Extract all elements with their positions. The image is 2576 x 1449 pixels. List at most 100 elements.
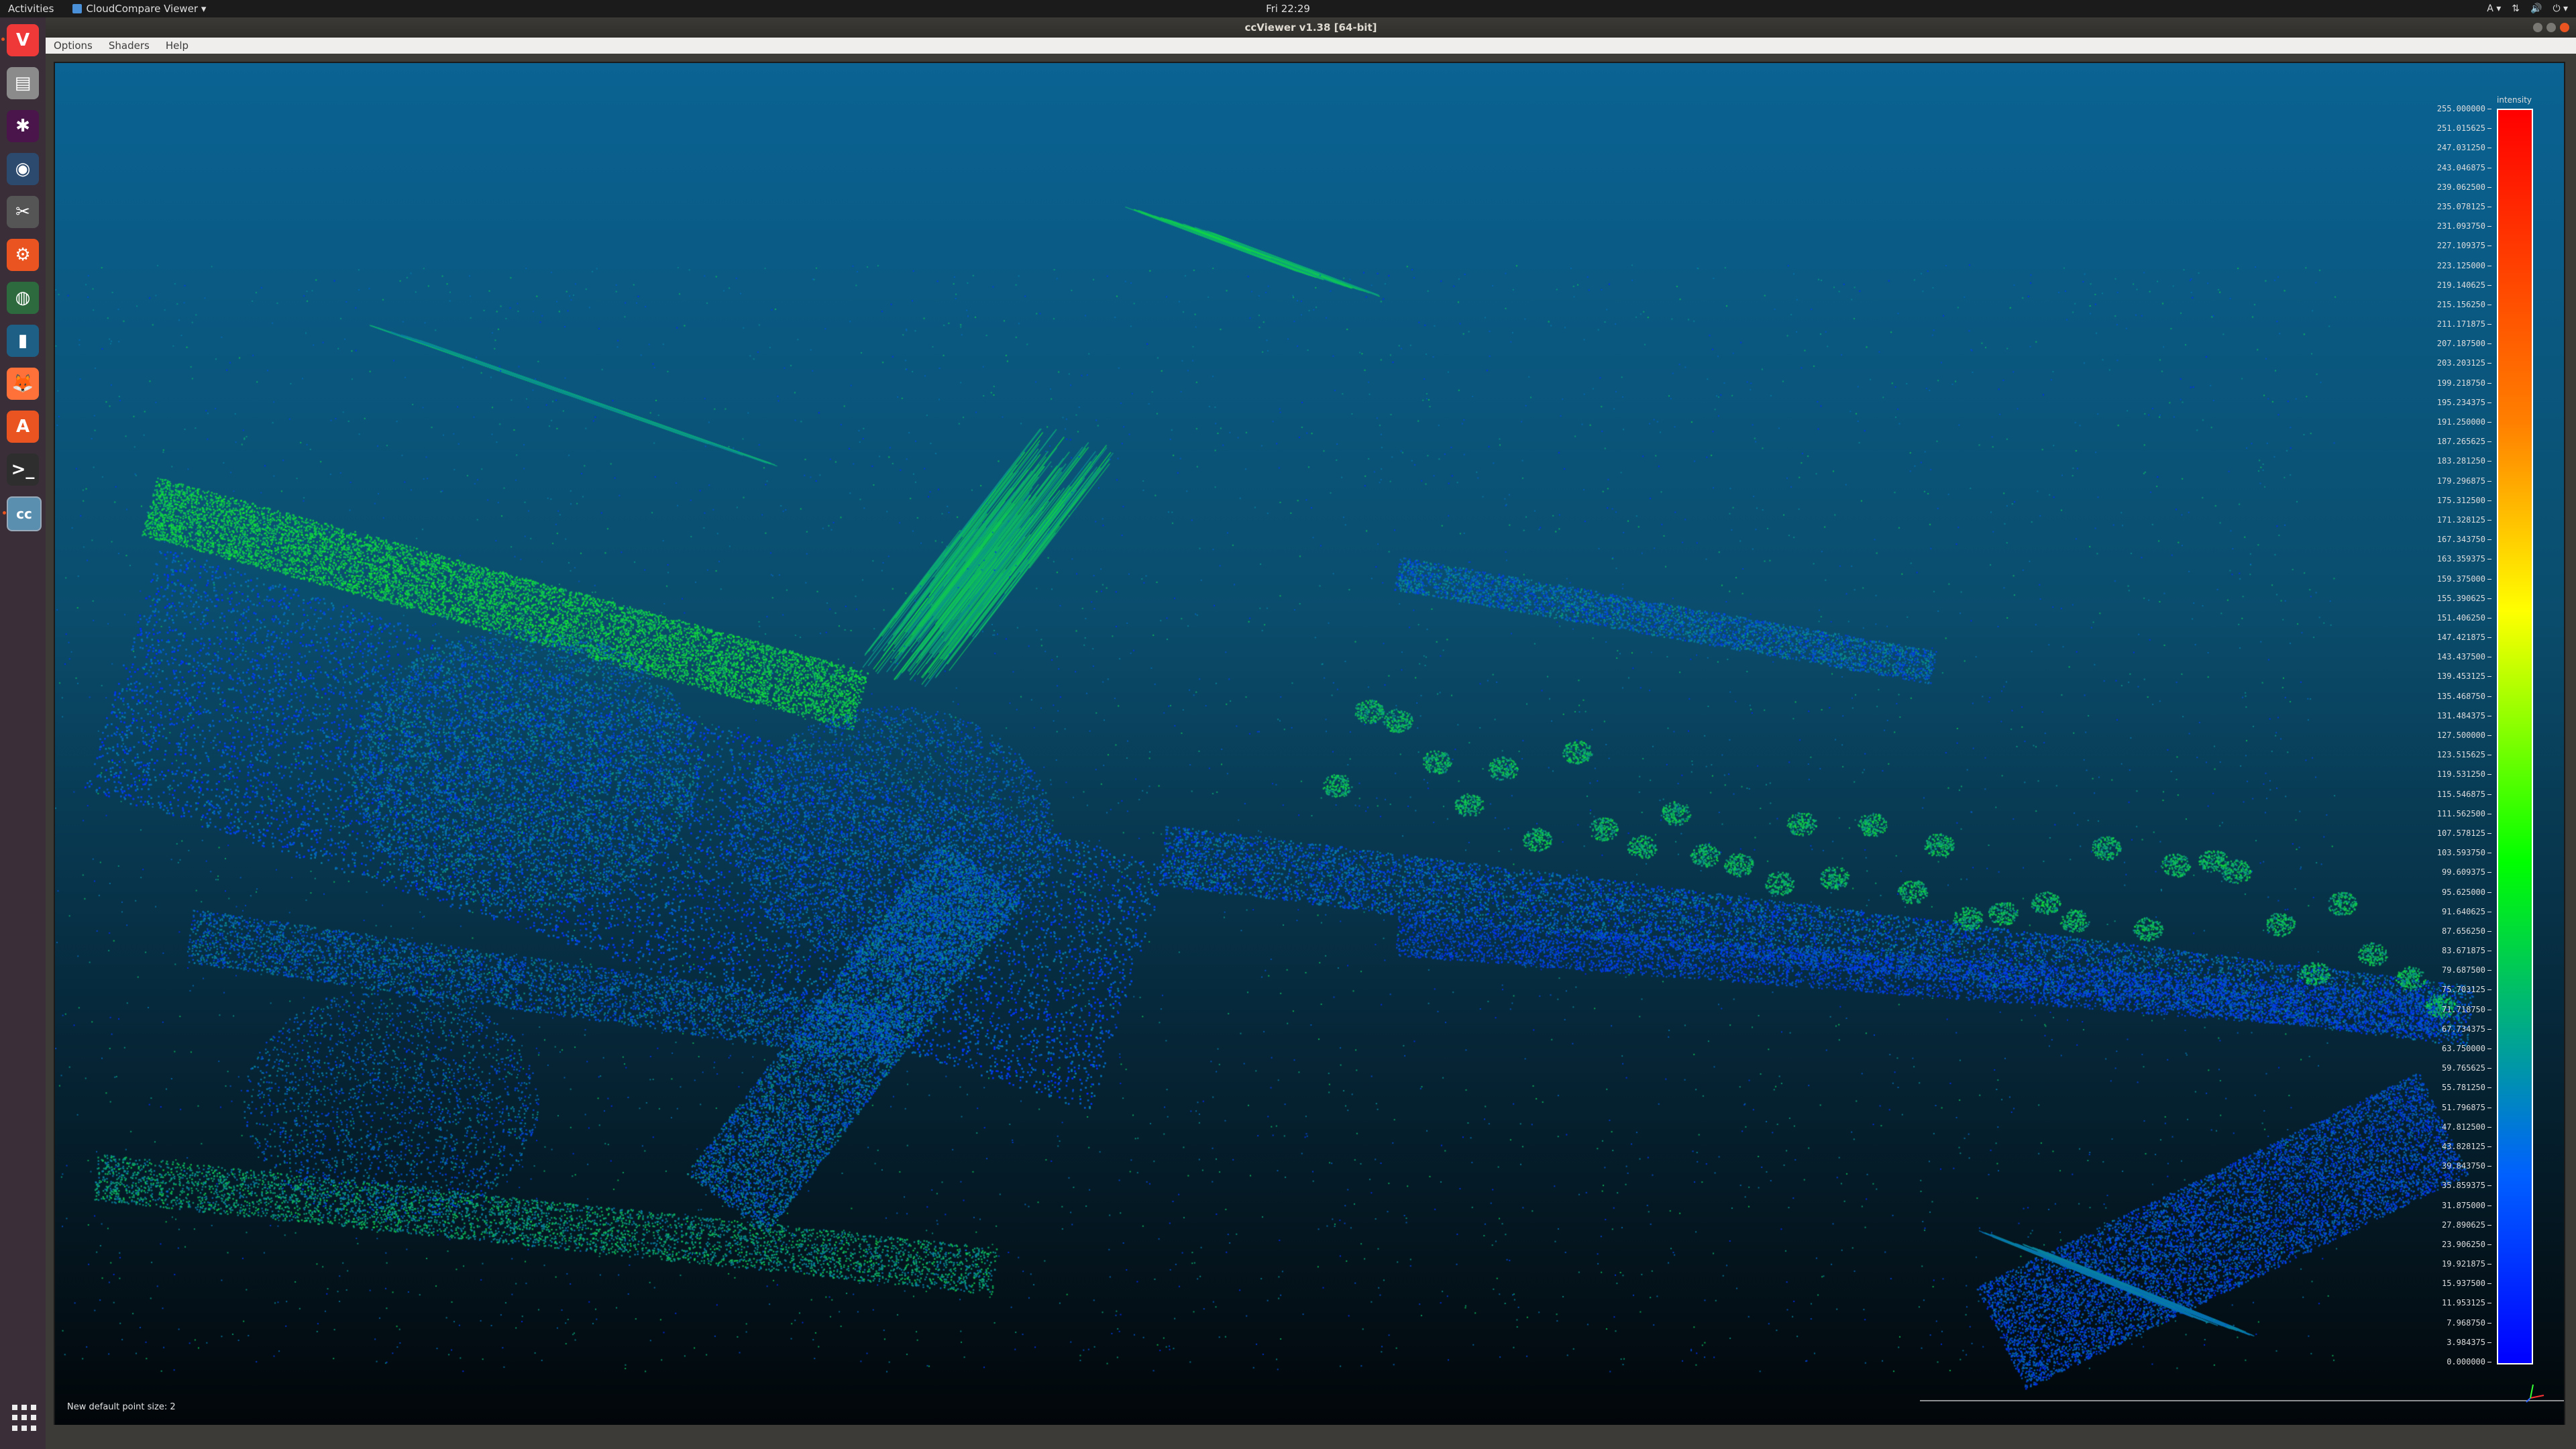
show-applications-icon[interactable] bbox=[9, 1402, 42, 1434]
color-scale-tick-label: 55.781250 bbox=[2442, 1083, 2491, 1092]
color-scale-tick-label: 7.968750 bbox=[2447, 1318, 2491, 1328]
color-scale-tick-label: 255.000000 bbox=[2437, 104, 2491, 113]
power-icon[interactable]: ⏻ ▾ bbox=[2553, 0, 2568, 17]
color-scale-tick-label: 199.218750 bbox=[2437, 378, 2491, 388]
color-scale-tick-label: 31.875000 bbox=[2442, 1201, 2491, 1210]
color-scale-tick-label: 87.656250 bbox=[2442, 926, 2491, 936]
color-scale-tick-label: 3.984375 bbox=[2447, 1338, 2491, 1347]
settings-icon[interactable]: ⚙ bbox=[7, 239, 39, 271]
color-scale-tick-label: 219.140625 bbox=[2437, 280, 2491, 290]
axis-trihedron-icon bbox=[2526, 1384, 2544, 1403]
window-title: ccViewer v1.38 [64-bit] bbox=[1244, 21, 1377, 34]
color-scale-tick-label: 247.031250 bbox=[2437, 143, 2491, 152]
app-menu-label: CloudCompare Viewer ▾ bbox=[86, 3, 207, 15]
color-scale-tick-label: 127.500000 bbox=[2437, 731, 2491, 740]
keyboard-layout-icon[interactable]: A ▾ bbox=[2487, 0, 2501, 17]
color-scale-tick-label: 203.203125 bbox=[2437, 358, 2491, 368]
color-scale-tick-label: 163.359375 bbox=[2437, 554, 2491, 564]
color-scale-tick-label: 135.468750 bbox=[2437, 692, 2491, 701]
color-scale-tick-label: 103.593750 bbox=[2437, 848, 2491, 857]
color-scale-tick-label: 147.421875 bbox=[2437, 633, 2491, 642]
maximize-button[interactable] bbox=[2546, 23, 2556, 32]
color-scale-tick-label: 195.234375 bbox=[2437, 398, 2491, 407]
color-scale-tick-label: 143.437500 bbox=[2437, 652, 2491, 661]
color-scale-tick-label: 179.296875 bbox=[2437, 476, 2491, 486]
color-scale-tick-label: 107.578125 bbox=[2437, 828, 2491, 838]
color-scale-tick-label: 239.062500 bbox=[2437, 182, 2491, 192]
firefox-icon[interactable]: 🦊 bbox=[7, 368, 39, 400]
color-scale-tick-label: 47.812500 bbox=[2442, 1122, 2491, 1132]
color-scale-tick-label: 111.562500 bbox=[2437, 809, 2491, 818]
minimize-button[interactable] bbox=[2533, 23, 2542, 32]
launcher-dock: V ▤ ✱ ◉ ✂ ⚙ ◍ ▮ 🦊 A >_cc bbox=[0, 17, 46, 1449]
color-scale-tick-label: 251.015625 bbox=[2437, 123, 2491, 133]
color-scale-tick-label: 99.609375 bbox=[2442, 867, 2491, 877]
color-scale-tick-label: 11.953125 bbox=[2442, 1298, 2491, 1307]
slack-icon[interactable]: ✱ bbox=[7, 110, 39, 142]
color-scale-tick-label: 83.671875 bbox=[2442, 946, 2491, 955]
color-scale-tick-label: 27.890625 bbox=[2442, 1220, 2491, 1230]
color-scale-tick-label: 139.453125 bbox=[2437, 672, 2491, 681]
color-scale-tick-label: 71.718750 bbox=[2442, 1005, 2491, 1014]
color-scale-tick-label: 131.484375 bbox=[2437, 711, 2491, 720]
window-bottom-frame bbox=[46, 1425, 2576, 1449]
volume-icon[interactable]: 🔊 bbox=[2530, 0, 2542, 17]
color-scale-tick-label: 23.906250 bbox=[2442, 1240, 2491, 1249]
color-scale-tick-label: 159.375000 bbox=[2437, 574, 2491, 584]
3d-viewport[interactable]: intensity 255.000000 251.015625 247.031250… bbox=[54, 62, 2565, 1428]
color-scale-tick-label: 211.171875 bbox=[2437, 319, 2491, 329]
screenshot-icon[interactable]: ✂ bbox=[7, 196, 39, 228]
color-scale-tick-label: 235.078125 bbox=[2437, 202, 2491, 211]
color-scale-tick-label: 59.765625 bbox=[2442, 1063, 2491, 1073]
color-scale-tick-label: 175.312500 bbox=[2437, 496, 2491, 505]
color-scale-tick-label: 19.921875 bbox=[2442, 1259, 2491, 1269]
color-scale-tick-label: 187.265625 bbox=[2437, 437, 2491, 446]
clock[interactable]: Fri 22:29 bbox=[1266, 3, 1310, 15]
color-scale-tick-label: 79.687500 bbox=[2442, 965, 2491, 975]
color-scale-tick-label: 15.937500 bbox=[2442, 1279, 2491, 1288]
terminal-icon[interactable]: >_ bbox=[7, 453, 39, 486]
color-scale-tick-label: 191.250000 bbox=[2437, 417, 2491, 427]
vivaldi-icon[interactable]: V bbox=[1, 24, 39, 56]
color-scale-tick-label: 227.109375 bbox=[2437, 241, 2491, 250]
color-scale-tick-label: 151.406250 bbox=[2437, 613, 2491, 623]
menu-bar: Options Shaders Help bbox=[46, 38, 2576, 54]
color-scale-tick-label: 91.640625 bbox=[2442, 907, 2491, 916]
color-scale-bar bbox=[2497, 109, 2533, 1364]
color-scale-tick-label: 39.843750 bbox=[2442, 1161, 2491, 1171]
color-scale-tick-label: 155.390625 bbox=[2437, 594, 2491, 603]
window-titlebar[interactable]: ccViewer v1.38 [64-bit] bbox=[46, 17, 2576, 38]
color-scale-tick-label: 119.531250 bbox=[2437, 769, 2491, 779]
color-scale-tick-label: 0.000000 bbox=[2447, 1357, 2491, 1366]
close-button[interactable] bbox=[2560, 23, 2569, 32]
ccviewer-icon[interactable]: cc bbox=[3, 496, 42, 531]
menu-options[interactable]: Options bbox=[46, 38, 101, 54]
top-bar: Activities CloudCompare Viewer ▾ Fri 22:… bbox=[0, 0, 2576, 17]
network-icon[interactable]: ⇅ bbox=[2512, 0, 2520, 17]
color-scale-tick-label: 171.328125 bbox=[2437, 515, 2491, 525]
menu-shaders[interactable]: Shaders bbox=[101, 38, 158, 54]
software-center-icon[interactable]: A bbox=[7, 411, 39, 443]
color-scale-title: intensity bbox=[2497, 95, 2532, 105]
color-scale-tick-label: 67.734375 bbox=[2442, 1024, 2491, 1034]
color-scale-tick-label: 167.343750 bbox=[2437, 535, 2491, 544]
disk-utility-icon[interactable]: ◉ bbox=[7, 153, 39, 185]
app-blue-icon[interactable]: ▮ bbox=[7, 325, 39, 357]
activities-button[interactable]: Activities bbox=[8, 0, 54, 17]
files-icon[interactable]: ▤ bbox=[7, 67, 39, 99]
color-scale-tick-label: 63.750000 bbox=[2442, 1044, 2491, 1053]
app-menu[interactable]: CloudCompare Viewer ▾ bbox=[72, 0, 206, 17]
status-message: New default point size: 2 bbox=[67, 1402, 176, 1412]
color-scale-tick-label: 183.281250 bbox=[2437, 456, 2491, 466]
color-scale-tick-label: 207.187500 bbox=[2437, 339, 2491, 348]
color-scale-tick-label: 43.828125 bbox=[2442, 1142, 2491, 1151]
point-cloud[interactable] bbox=[55, 63, 2564, 1426]
menu-help[interactable]: Help bbox=[158, 38, 197, 54]
color-scale-tick-label: 223.125000 bbox=[2437, 261, 2491, 270]
app-menu-icon bbox=[72, 4, 83, 13]
color-scale-tick-label: 75.703125 bbox=[2442, 985, 2491, 994]
scale-ruler bbox=[1920, 1400, 2564, 1401]
globe-icon[interactable]: ◍ bbox=[7, 282, 39, 314]
color-scale-tick-label: 115.546875 bbox=[2437, 790, 2491, 799]
color-scale-tick-label: 123.515625 bbox=[2437, 750, 2491, 759]
